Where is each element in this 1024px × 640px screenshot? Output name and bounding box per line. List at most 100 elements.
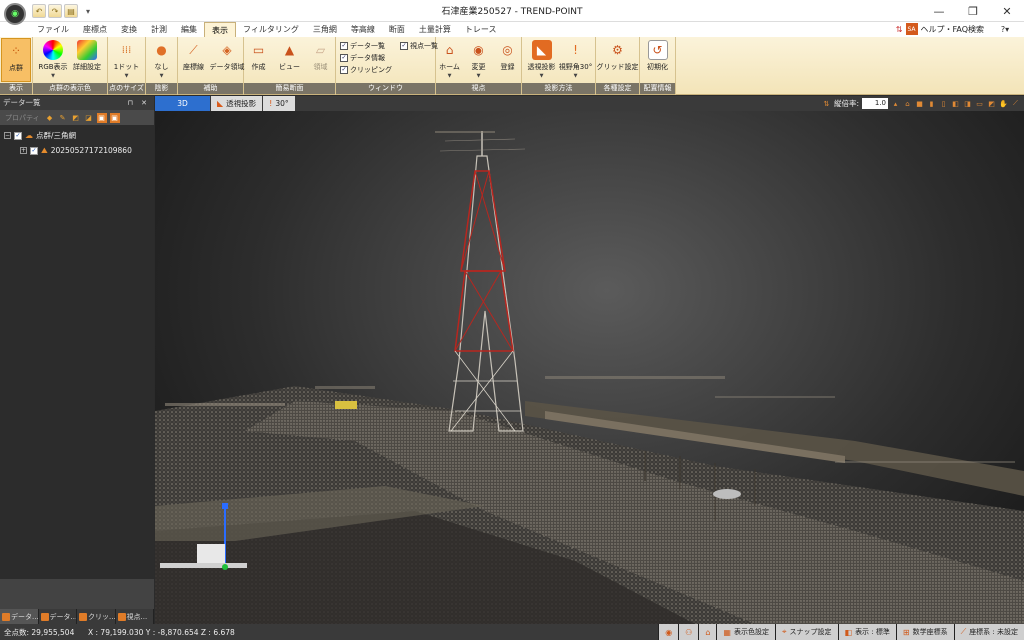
tree-expand-icon[interactable]: +: [20, 147, 27, 154]
layer-tool-icon[interactable]: ◩: [71, 113, 81, 123]
help-logo-icon: SA: [905, 23, 918, 35]
home-view-icon[interactable]: ⌂: [903, 99, 912, 108]
check-data-info-label: データ情報: [350, 54, 385, 62]
dot-size-button[interactable]: ⁞⁞⁞ 1ドット ▼: [111, 38, 143, 82]
tab-convert[interactable]: 変換: [114, 22, 144, 37]
tab-earthwork[interactable]: 土量計算: [412, 22, 458, 37]
group-layout-label: 配置情報: [640, 83, 675, 94]
vertical-scale-input[interactable]: 1.0: [862, 98, 888, 109]
property-button[interactable]: プロパティ: [3, 113, 42, 123]
tab-perspective[interactable]: ◣ 透視投影: [211, 96, 263, 111]
coord-system-label: 座標系 : 未設定: [969, 628, 1018, 636]
view-front-icon[interactable]: ▮: [927, 99, 936, 108]
pen-tool-icon[interactable]: ✎: [58, 113, 68, 123]
layer-add-icon[interactable]: ◪: [84, 113, 94, 123]
status-bar: 全点数: 29,955,504 X : 79,199.030 Y : -8,87…: [0, 624, 1024, 640]
shade-button[interactable]: ● なし ▼: [148, 38, 176, 82]
view-back-icon[interactable]: ▯: [939, 99, 948, 108]
spin-icon[interactable]: ▴: [891, 99, 900, 108]
app-logo-icon[interactable]: ◉: [4, 3, 26, 25]
help-search[interactable]: ⇅ SA ヘルプ・FAQ検索: [896, 23, 984, 35]
tree-node-root[interactable]: − ✓ ☁ 点群/三角網: [0, 128, 154, 143]
tab-contour[interactable]: 等高線: [344, 22, 382, 37]
maximize-button[interactable]: ❐: [956, 0, 990, 22]
color-settings-button[interactable]: 詳細設定: [71, 38, 103, 82]
home-view-button[interactable]: ⌂ ホーム ▼: [436, 38, 463, 82]
register-view-button[interactable]: ◎ 登録: [494, 38, 521, 82]
perspective-button[interactable]: ◣ 透視投影 ▼: [526, 38, 558, 82]
view-iso-icon[interactable]: ◩: [987, 99, 996, 108]
fov-button[interactable]: ! 視野角30° ▼: [559, 38, 592, 82]
tab-file[interactable]: ファイル: [30, 22, 76, 37]
minimize-button[interactable]: —: [922, 0, 956, 22]
status-person-button[interactable]: ⚇: [678, 624, 699, 640]
tab-data-info[interactable]: データ...: [39, 609, 77, 624]
tab-fov[interactable]: ! 30°: [263, 96, 295, 111]
tree-node-dataset[interactable]: + ✓ ⛰ 20250527172109860: [0, 143, 154, 158]
expand-icon[interactable]: ▣: [96, 112, 107, 123]
snap-settings-button[interactable]: ⌖ スナップ設定: [774, 624, 838, 640]
view-top-icon[interactable]: ■: [915, 99, 924, 108]
vertical-scale-label: 縦倍率:: [833, 99, 859, 108]
qat-dropdown-icon[interactable]: ▾: [86, 7, 90, 16]
redo-icon[interactable]: ↷: [48, 4, 62, 18]
measure-icon[interactable]: ⟋: [1011, 99, 1020, 108]
panel-pin-close-icon[interactable]: ⊓ ✕: [127, 96, 150, 110]
checkbox-clipping[interactable]: ✓: [340, 66, 348, 74]
status-eye-button[interactable]: ◉: [658, 624, 679, 640]
3d-viewport[interactable]: [155, 111, 1024, 624]
section-area-button[interactable]: ▱ 領域: [306, 38, 335, 82]
tab-coordinate-point[interactable]: 座標点: [76, 22, 114, 37]
create-section-button[interactable]: ▭ 作成: [244, 38, 273, 82]
coord-system-button[interactable]: ⟋ 座標系 : 未設定: [953, 624, 1024, 640]
check-data-info[interactable]: ✓ データ情報: [340, 53, 392, 63]
view-right-icon[interactable]: ◨: [963, 99, 972, 108]
checkbox-data-info[interactable]: ✓: [340, 54, 348, 62]
tab-trace[interactable]: トレース: [458, 22, 504, 37]
view-bottom-icon[interactable]: ▭: [975, 99, 984, 108]
check-data-list[interactable]: ✓ データ一覧: [340, 41, 392, 51]
change-view-button[interactable]: ◉ 変更 ▼: [465, 38, 492, 82]
tab-filtering[interactable]: フィルタリング: [236, 22, 306, 37]
tab-edit[interactable]: 編集: [174, 22, 204, 37]
status-home-button[interactable]: ⌂: [698, 624, 717, 640]
display-mode-button[interactable]: ◧ 表示 : 標準: [837, 624, 896, 640]
group-viewpoint-label: 視点: [436, 83, 521, 94]
save-icon[interactable]: ▤: [64, 4, 78, 18]
window-title: 石津産業250527 - TREND-POINT: [441, 7, 583, 17]
check-clipping[interactable]: ✓ クリッピング: [340, 65, 392, 75]
pan-icon[interactable]: ✋: [999, 99, 1008, 108]
grid-settings-button[interactable]: ⚙ グリッド設定: [597, 38, 639, 82]
tab-cross-section[interactable]: 断面: [382, 22, 412, 37]
math-coord-button[interactable]: ⊞ 数学座標系: [895, 624, 954, 640]
parked-car: [713, 489, 741, 499]
rgb-display-button[interactable]: RGB表示 ▼: [37, 38, 69, 82]
tree-collapse-icon[interactable]: −: [4, 132, 11, 139]
point-cloud-button[interactable]: ⁘ 点群: [1, 38, 31, 82]
tab-viewpoint[interactable]: 視点...: [116, 609, 154, 624]
checkbox-data-list[interactable]: ✓: [340, 42, 348, 50]
data-area-button[interactable]: ◈ データ領域: [210, 38, 245, 82]
tab-clipping[interactable]: クリッ...: [77, 609, 116, 624]
tab-data-list[interactable]: データ...: [0, 609, 39, 624]
tab-triangle-network[interactable]: 三角網: [306, 22, 344, 37]
help-button[interactable]: ?▾: [992, 23, 1018, 36]
close-button[interactable]: ✕: [990, 0, 1024, 22]
tab-3d[interactable]: 3D: [155, 96, 210, 111]
tree-checkbox[interactable]: ✓: [30, 146, 38, 155]
collapse-icon[interactable]: ▣: [109, 112, 120, 123]
tab-measure[interactable]: 計測: [144, 22, 174, 37]
tree-checkbox[interactable]: ✓: [14, 131, 22, 140]
view-left-icon[interactable]: ◧: [951, 99, 960, 108]
display-color-settings-button[interactable]: ▦ 表示色設定: [716, 624, 775, 640]
undo-icon[interactable]: ↶: [32, 4, 46, 18]
diamond-tool-icon[interactable]: ◆: [45, 113, 55, 123]
tab-view[interactable]: 表示: [204, 22, 236, 37]
checkbox-viewpoint-list[interactable]: ✓: [400, 42, 408, 50]
vertical-scale: ⇅ 縦倍率: 1.0 ▴ ⌂ ■ ▮ ▯ ◧ ◨ ▭ ◩ ✋ ⟋: [822, 96, 1024, 111]
reset-layout-button[interactable]: ↺ 初期化: [642, 38, 674, 82]
check-viewpoint-list[interactable]: ✓ 視点一覧: [400, 41, 438, 51]
section-view-button[interactable]: ▲ ビュー: [275, 38, 304, 82]
group-window: ✓ データ一覧 ✓ データ情報 ✓ クリッピング ✓ 視点一覧 ウィンドウ: [336, 37, 438, 95]
axis-line-button[interactable]: ⟋ 座標線: [178, 38, 209, 82]
